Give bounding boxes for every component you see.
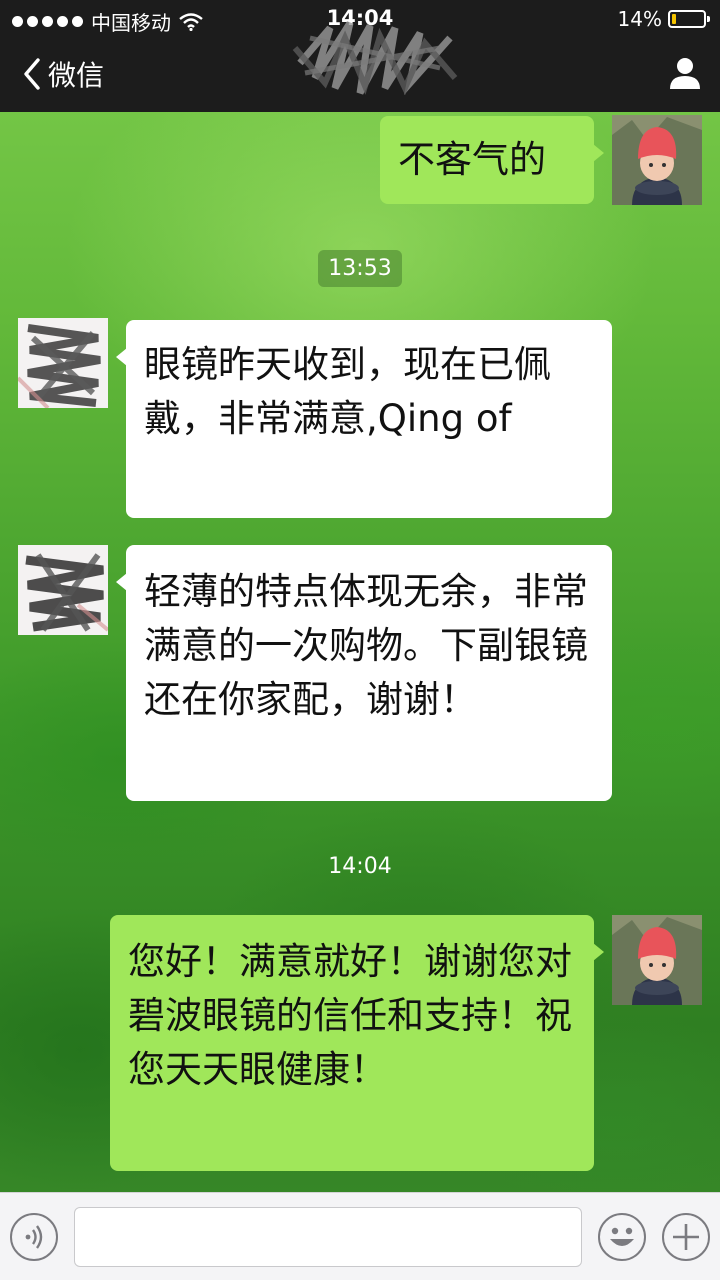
avatar-other[interactable] [18, 318, 108, 408]
back-chevron-icon [24, 58, 40, 90]
time-divider-label: 13:53 [318, 250, 402, 287]
nav-bar: 微信 [0, 21, 720, 112]
child-avatar-image [612, 115, 702, 205]
redacted-avatar-scribble [18, 545, 108, 635]
message-bubble-incoming[interactable]: 轻薄的特点体现无余，非常满意的一次购物。下副银镜还在你家配，谢谢！ [116, 545, 612, 801]
child-avatar-image [612, 915, 702, 1005]
avatar-self[interactable] [612, 915, 702, 1005]
battery-percent: 14% [617, 7, 662, 31]
message-text: 您好！满意就好！谢谢您对碧波眼镜的信任和支持！祝您天天眼健康！ [128, 940, 572, 1091]
back-label: 微信 [48, 59, 105, 92]
message-text: 眼镜昨天收到，现在已佩戴，非常满意,Qing of [144, 343, 551, 440]
emoji-icon [610, 1227, 634, 1246]
time-divider-label: 14:04 [328, 854, 392, 879]
message-bubble-outgoing[interactable]: 您好！满意就好！谢谢您对碧波眼镜的信任和支持！祝您天天眼健康！ [110, 915, 604, 1171]
back-button[interactable]: 微信 [22, 54, 104, 94]
time-divider: 13:53 [0, 250, 720, 287]
person-icon[interactable] [668, 56, 702, 90]
voice-icon [25, 1225, 43, 1249]
message-bubble-incoming[interactable]: 眼镜昨天收到，现在已佩戴，非常满意,Qing of [116, 320, 612, 518]
top-bar: 中国移动 14:04 14% 微信 [0, 0, 720, 112]
message-text: 轻薄的特点体现无余，非常满意的一次购物。下副银镜还在你家配，谢谢！ [144, 570, 588, 721]
voice-button[interactable] [10, 1213, 58, 1261]
plus-button[interactable] [662, 1213, 710, 1261]
time-divider: 14:04 [0, 848, 720, 885]
message-input[interactable] [74, 1207, 582, 1267]
message-text: 不客气的 [398, 138, 546, 181]
plus-icon [673, 1224, 699, 1250]
avatar-self[interactable] [612, 115, 702, 205]
input-bar [0, 1192, 720, 1280]
emoji-button[interactable] [598, 1213, 646, 1261]
avatar-other[interactable] [18, 545, 108, 635]
battery-icon [668, 10, 710, 28]
redacted-avatar-scribble [18, 318, 108, 408]
status-right: 14% [617, 7, 710, 31]
message-bubble-outgoing[interactable]: 不客气的 [380, 116, 604, 204]
battery-fill [672, 14, 676, 24]
redacted-scribble [292, 21, 458, 96]
